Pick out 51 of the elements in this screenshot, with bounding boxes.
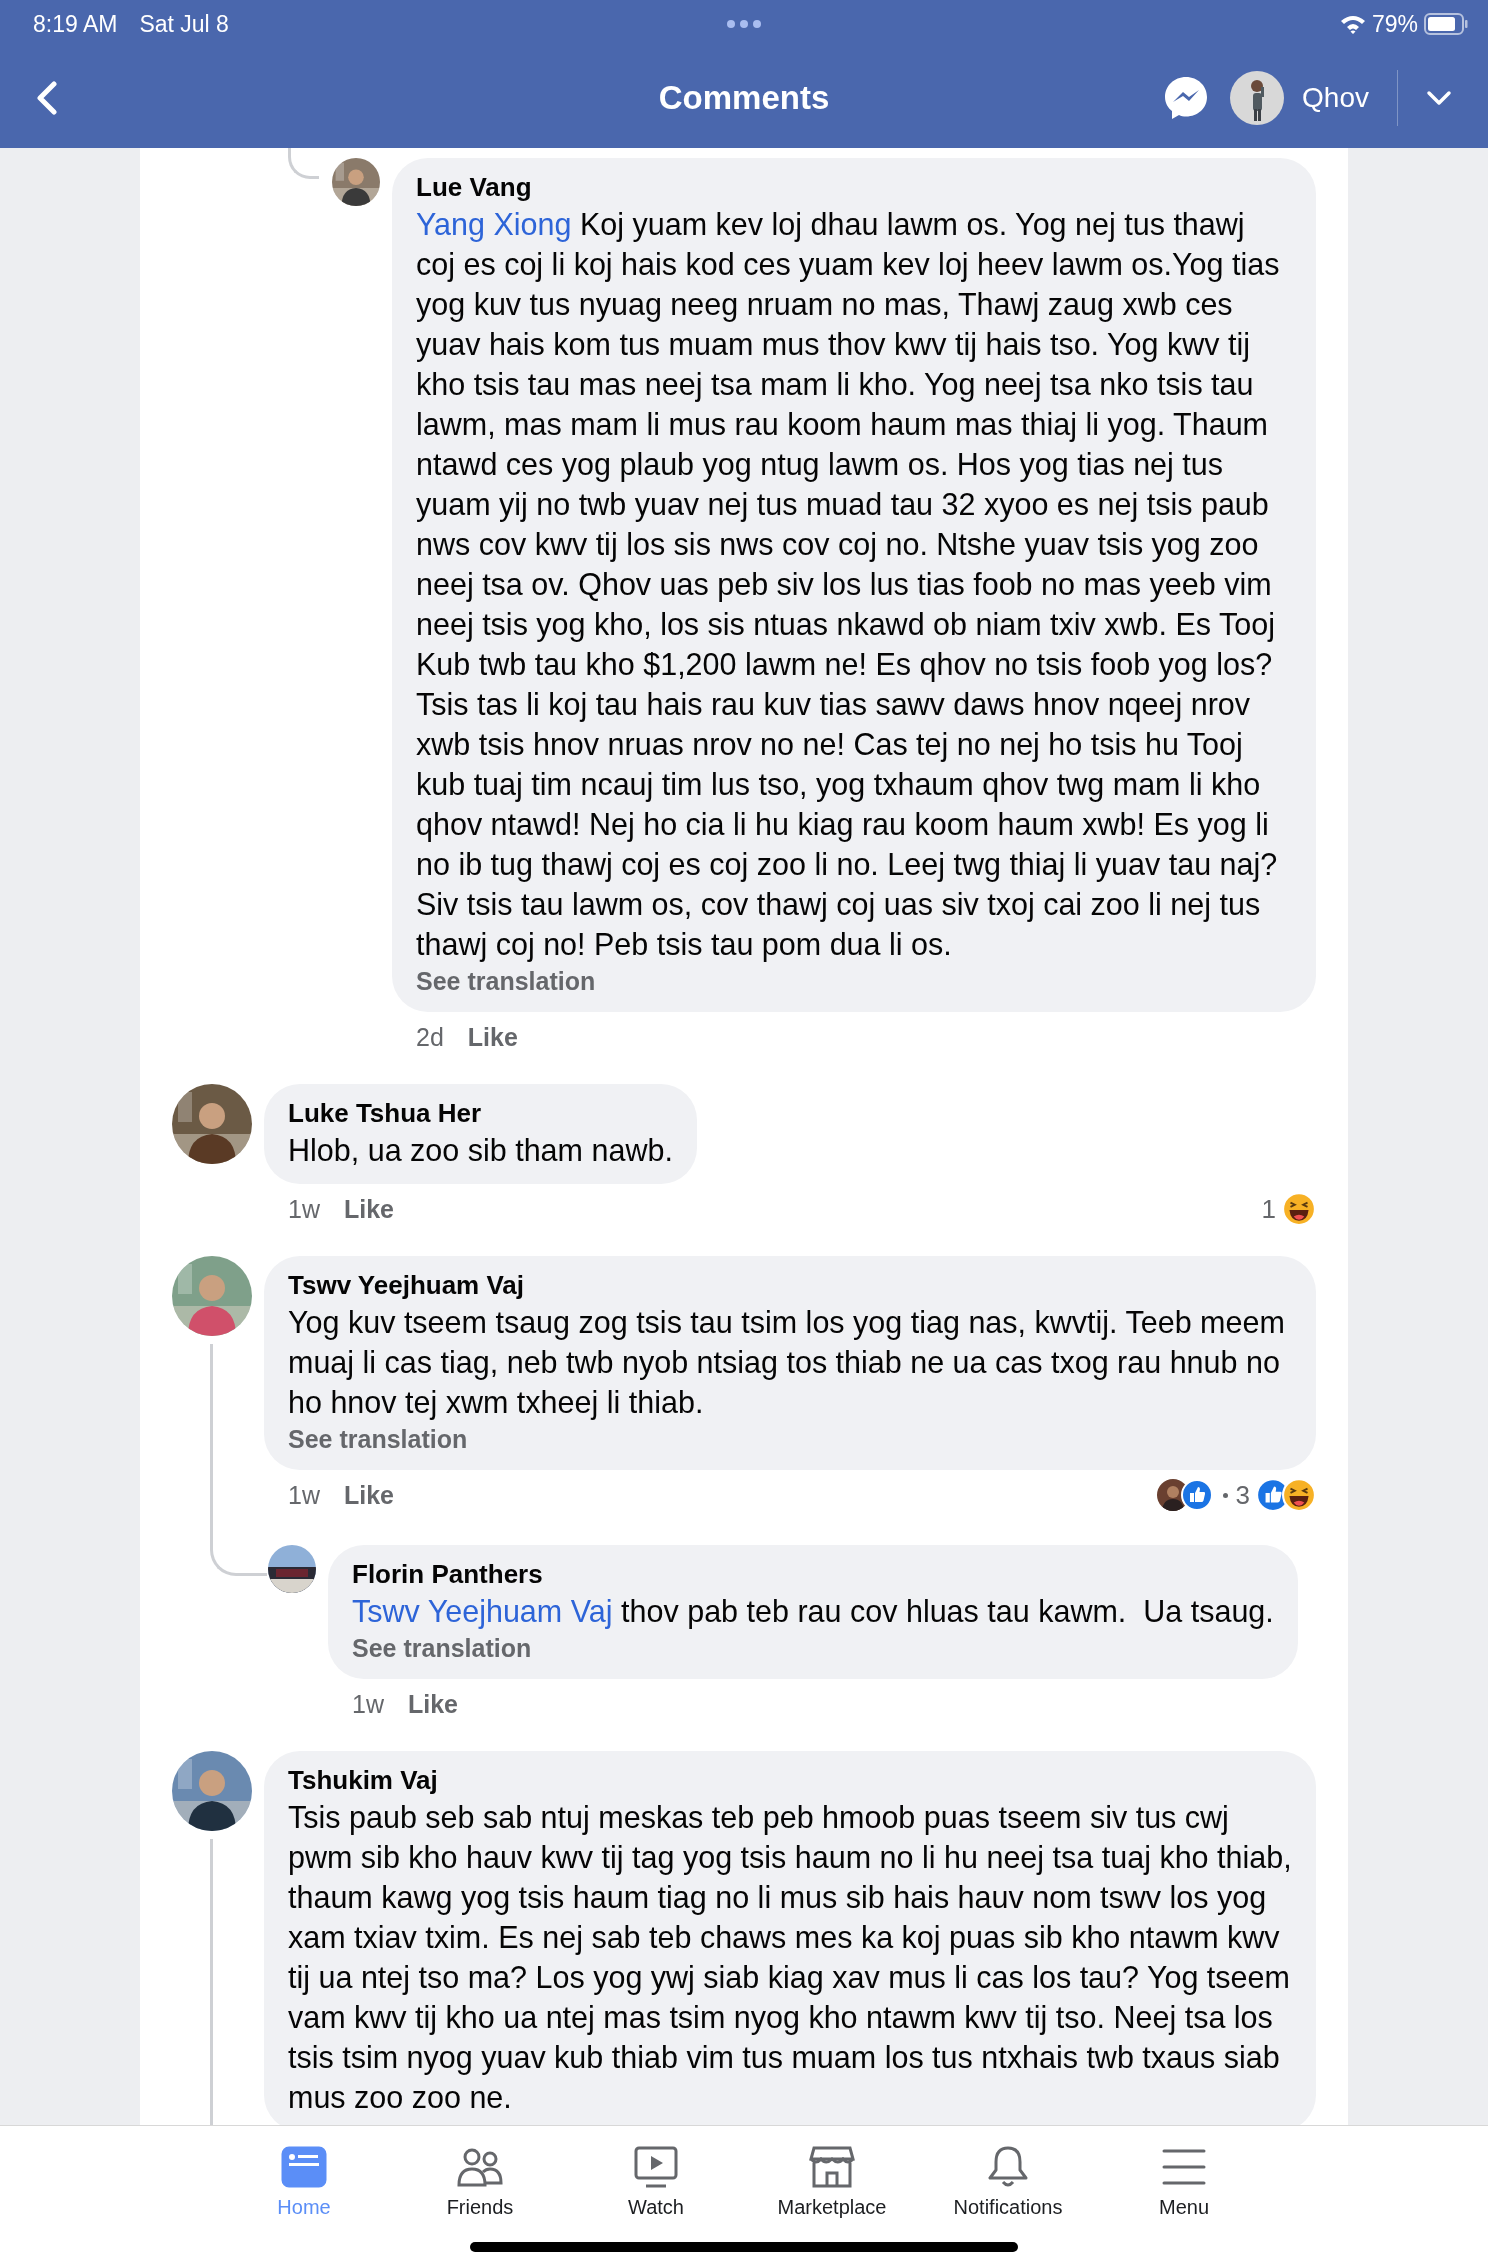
home-icon — [281, 2144, 327, 2190]
like-link[interactable]: Like — [467, 1022, 518, 1052]
battery-icon — [1424, 13, 1468, 35]
tab[interactable]: Watch — [568, 2144, 744, 2219]
battery-percent: 79% — [1371, 10, 1418, 38]
multitasking-dots-icon — [726, 19, 762, 29]
see-translation-link[interactable]: See translation — [416, 964, 1292, 998]
status-date: Sat Jul 8 — [139, 10, 229, 38]
comment-author[interactable]: Tshukim Vaj — [288, 1763, 1292, 1797]
reaction-count[interactable]: 3 — [1235, 1479, 1250, 1511]
thread-connector — [288, 148, 319, 179]
status-time: 8:19 AM — [33, 10, 118, 38]
comment-text: Yog kuv tseem tsaug zog tsis tau tsim los yog tiag nas, kwvtij. Teeb meem muaj li cas tiag, neb twb nyob ntsiag tos thiab ne ua cas txog rau hnub no ho hnov tej xwm txheej li thiab. — [288, 1304, 1286, 1422]
haha-reaction-icon — [1282, 1478, 1316, 1512]
like-reaction-icon — [1180, 1479, 1213, 1511]
page-title: Comments — [658, 79, 830, 117]
comment-text: Tswv Yeejhuam Vaj thov pab teb rau cov hluas tau kawm. Ua tsaug. — [352, 1593, 1274, 1631]
back-icon[interactable] — [36, 81, 58, 115]
profile-name[interactable]: Qhov — [1302, 82, 1369, 114]
comment-time: 2d — [416, 1022, 444, 1052]
video-play-icon — [633, 2144, 679, 2190]
reactions-summary[interactable]: 3 — [1156, 1478, 1316, 1512]
reaction-count[interactable]: 1 — [1261, 1193, 1276, 1225]
comment-text: Hlob, ua zoo sib tham nawb. — [288, 1132, 673, 1169]
see-translation-link[interactable]: See translation — [352, 1631, 1274, 1665]
comment-text: Yang Xiong Koj yuam kev loj dhau lawm os. Yog nej tus thawj coj es coj li koj hais kod ces yuam kev loj heev lawm os.Yog tias yog kuv tus nyuag neeg nruam no mas, Thawj zaug xwb ces yuav hais kom tus muam mus thov kwv tij hais tso. Yog kwv tij kho tsis tau mas neej tsa mam li kho. Yog neej tsa nko tsis tau lawm, mas mam li mus rau koom haum mas thiaj li yog. Thaum ntawd ces yog plaub yog ntug lawm os. Hos yog tias nej tus yuam yij no twb yuav nej tus muad tau 32 xyoo es nej tsis paub nws cov kwv tij los sis nws cov coj no. Ntshe yuav tsis yog zoo neej tsa ov. Qhov uas peb siv los lus tias foob no mas yeeb vim neej tsis yog kho, los sis ntuas nkawd ob niam txiv xwb. Es Tooj Kub twb tau kho $1,200 lawm ne! Es qhov no tsis foob yog los? Tsis tas li koj tau hais rau kuv tias sawv daws hnov nqeej nrov xwb tsis hnov nruas nrov no ne! Cas tej no nej ho tsis hu Tooj kub tuaj tim ncauj tim lus tso, yog txhaum qhov twg mam li kho qhov ntawd! Nej ho cia li hu kiag rau koom haum xwb! Es yog li no ib tug thawj coj es coj zoo li no. Leej twg thiaj li yuav tau naj? Siv tsis tau lawm os, cov thawj coj uas siv txoj cai zoo li nej tus thawj coj no! Peb tsis tau pom dua li os. — [416, 206, 1281, 964]
tab[interactable]: Menu — [1096, 2144, 1272, 2219]
reactions-summary[interactable]: 1 — [1261, 1192, 1316, 1226]
mention-link[interactable]: Yang Xiong — [416, 207, 572, 241]
mention-link[interactable]: Tswv Yeejhuam Vaj — [352, 1594, 613, 1628]
tab[interactable]: Marketplace — [744, 2144, 920, 2219]
comment-author[interactable]: Tswv Yeejhuam Vaj — [288, 1268, 1292, 1302]
haha-reaction-icon — [1282, 1192, 1316, 1226]
comment-author[interactable]: Lue Vang — [416, 170, 1292, 204]
comment-time: 1w — [288, 1480, 320, 1510]
wifi-icon — [1339, 14, 1366, 34]
tab[interactable]: Notifications — [920, 2144, 1096, 2219]
comment-text: Tsis paub seb sab ntuj meskas teb peb hmoob puas tseem siv tus cwj pwm sib kho hauv kwv tij tag yog tsis haum no li hu neej tsa tuaj kho thiab, thaum kawg yog tsis haum tiag no li mus sib hais hauv nom tswv los yog xam txiav txim. Es nej sab teb chaws mes ka koj puas sib kho ntawm kwv tij ua ntej tso ma? Los yog ywj siab kiag xav mus li cas los tau? Yog tseem vam kwv tij kho ua ntej mas tsim nyog kho ntawm kwv tij tso. Neej tsa los tsis tsim nyog yuav kub thiab vim tus muam los tus ntxhais twb txaus siab mus zoo zoo ne. — [288, 1799, 1292, 2116]
like-link[interactable]: Like — [407, 1689, 458, 1719]
like-link[interactable]: Like — [343, 1194, 394, 1224]
comment-author[interactable]: Luke Tshua Her — [288, 1096, 673, 1130]
tab[interactable]: Friends — [392, 2144, 568, 2219]
tab[interactable]: Home — [216, 2144, 392, 2219]
comment-author[interactable]: Florin Panthers — [352, 1557, 1274, 1591]
storefront-icon — [808, 2144, 856, 2190]
comment-time: 1w — [352, 1689, 384, 1719]
like-link[interactable]: Like — [343, 1480, 394, 1510]
comment-time: 1w — [288, 1194, 320, 1224]
see-translation-link[interactable]: See translation — [288, 1422, 1292, 1456]
separator-dot-icon — [1222, 1492, 1228, 1498]
chevron-down-icon[interactable] — [1426, 90, 1452, 106]
